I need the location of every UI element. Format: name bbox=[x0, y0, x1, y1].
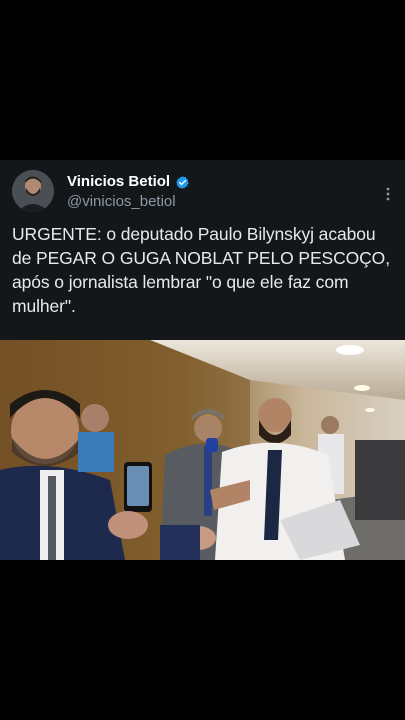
author-block: Vinicios Betiol @vinicios_betiol bbox=[67, 172, 190, 212]
more-options-icon[interactable] bbox=[385, 186, 391, 202]
tweet-media[interactable] bbox=[0, 340, 405, 560]
avatar[interactable] bbox=[12, 170, 54, 212]
tweet-card[interactable]: Vinicios Betiol @vinicios_betiol URGENTE… bbox=[0, 160, 405, 560]
tweet-text: URGENTE: o deputado Paulo Bilynskyj acab… bbox=[12, 224, 390, 316]
display-name[interactable]: Vinicios Betiol bbox=[67, 172, 170, 192]
verified-badge-icon bbox=[175, 175, 190, 190]
screen: Vinicios Betiol @vinicios_betiol URGENTE… bbox=[0, 0, 405, 720]
tweet-header: Vinicios Betiol @vinicios_betiol bbox=[12, 170, 393, 216]
display-name-row: Vinicios Betiol bbox=[67, 172, 190, 192]
video-frame-image bbox=[0, 340, 405, 560]
author-handle[interactable]: @vinicios_betiol bbox=[67, 192, 190, 212]
